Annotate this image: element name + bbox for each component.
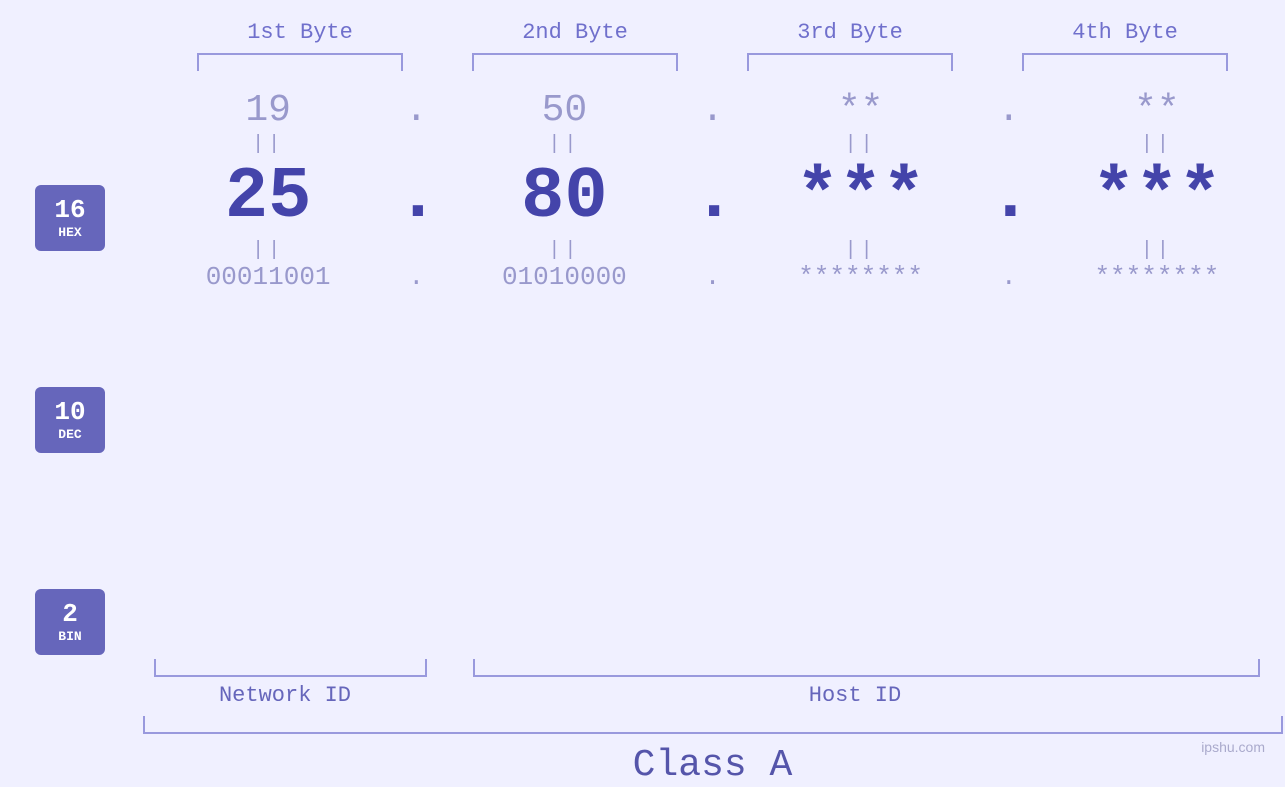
dec-name: DEC <box>58 427 81 442</box>
dec-dot2-value: . <box>693 156 736 238</box>
bracket-top-b2 <box>438 53 713 71</box>
dec-row: 25 . 80 . *** . *** <box>140 156 1285 238</box>
bin-dot3: . <box>989 262 1029 292</box>
hex-b3-cell: ** <box>733 89 989 132</box>
dec-b3-cell: *** <box>733 161 989 233</box>
bin-b1-value: 00011001 <box>206 254 331 300</box>
bin-name: BIN <box>58 629 81 644</box>
bin-b4-cell: ******** <box>1029 262 1285 292</box>
hex-b2-cell: 50 <box>436 89 692 132</box>
main-container: 1st Byte 2nd Byte 3rd Byte 4th Byte 16 H… <box>0 0 1285 767</box>
base-labels: 16 HEX 10 DEC 2 BIN <box>0 81 140 655</box>
hex-dot1: . <box>396 89 436 132</box>
bin-dot2-value: . <box>705 262 721 292</box>
bin-b2-cell: 01010000 <box>436 262 692 292</box>
bin-b3-value: ******** <box>798 254 923 300</box>
equals-row-1: || || || || <box>140 132 1285 156</box>
dec-dot3: . <box>989 156 1029 238</box>
dec-dot2: . <box>693 156 733 238</box>
bin-number: 2 <box>62 600 78 629</box>
bin-row: 00011001 . 01010000 . ******** . <box>140 262 1285 292</box>
watermark: ipshu.com <box>1201 739 1265 755</box>
bin-b1-cell: 00011001 <box>140 262 396 292</box>
hex-badge: 16 HEX <box>35 185 105 251</box>
dec-b1-value: 25 <box>225 156 311 238</box>
hex-number: 16 <box>54 196 85 225</box>
hex-dot2: . <box>693 89 733 132</box>
bracket-top-b1 <box>163 53 438 71</box>
hex-dot3-value: . <box>997 89 1020 132</box>
hex-dot2-value: . <box>701 89 724 132</box>
full-width-bracket <box>143 716 1283 734</box>
bracket-top-b4 <box>988 53 1263 71</box>
bottom-section: Network ID Host ID Class A <box>143 659 1283 787</box>
dec-b2-cell: 80 <box>436 161 692 233</box>
class-a-row: Class A <box>143 744 1283 787</box>
dec-b2-value: 80 <box>521 156 607 238</box>
host-id-bracket <box>473 659 1260 677</box>
bin-dot1-value: . <box>408 262 424 292</box>
bracket-top-b3 <box>713 53 988 71</box>
dec-dot1-value: . <box>396 156 439 238</box>
bracket-top-b2-shape <box>472 53 678 71</box>
dec-dot1: . <box>396 156 436 238</box>
dec-b4-value: *** <box>1092 156 1222 238</box>
bin-b4-value: ******** <box>1094 254 1219 300</box>
dec-b1-cell: 25 <box>140 161 396 233</box>
byte3-header: 3rd Byte <box>713 20 988 53</box>
hex-dot1-value: . <box>405 89 428 132</box>
dec-number: 10 <box>54 398 85 427</box>
bracket-top-b3-shape <box>747 53 953 71</box>
bin-b2-value: 01010000 <box>502 254 627 300</box>
byte1-header: 1st Byte <box>163 20 438 53</box>
bin-badge: 2 BIN <box>35 589 105 655</box>
byte-headers: 1st Byte 2nd Byte 3rd Byte 4th Byte <box>163 20 1263 53</box>
dec-dot3-value: . <box>989 156 1032 238</box>
byte4-header: 4th Byte <box>988 20 1263 53</box>
hex-b4-cell: ** <box>1029 89 1285 132</box>
bracket-top-b1-shape <box>197 53 403 71</box>
bracket-bottom-row <box>143 659 1283 677</box>
class-a-label: Class A <box>633 744 793 787</box>
bracket-top-row <box>163 53 1263 71</box>
bin-b3-cell: ******** <box>733 262 989 292</box>
values-grid: 19 . 50 . ** . ** <box>140 81 1285 292</box>
dec-b3-value: *** <box>796 156 926 238</box>
hex-b1-cell: 19 <box>140 89 396 132</box>
dec-badge: 10 DEC <box>35 387 105 453</box>
network-id-bracket <box>154 659 428 677</box>
hex-name: HEX <box>58 225 81 240</box>
dec-b4-cell: *** <box>1029 161 1285 233</box>
id-labels: Network ID Host ID <box>143 683 1283 708</box>
byte2-header: 2nd Byte <box>438 20 713 53</box>
main-content: 16 HEX 10 DEC 2 BIN 19 . <box>0 81 1285 655</box>
bin-dot3-value: . <box>1001 262 1017 292</box>
bin-dot1: . <box>396 262 436 292</box>
bracket-gap <box>427 659 473 677</box>
hex-b4-value: ** <box>1134 81 1180 140</box>
hex-dot3: . <box>989 89 1029 132</box>
bracket-top-b4-shape <box>1022 53 1228 71</box>
hex-b3-value: ** <box>838 81 884 140</box>
bin-dot2: . <box>693 262 733 292</box>
host-id-label: Host ID <box>428 683 1283 708</box>
hex-b2-value: 50 <box>542 81 588 140</box>
hex-b1-value: 19 <box>245 81 291 140</box>
hex-row: 19 . 50 . ** . ** <box>140 89 1285 132</box>
network-id-label: Network ID <box>143 683 428 708</box>
